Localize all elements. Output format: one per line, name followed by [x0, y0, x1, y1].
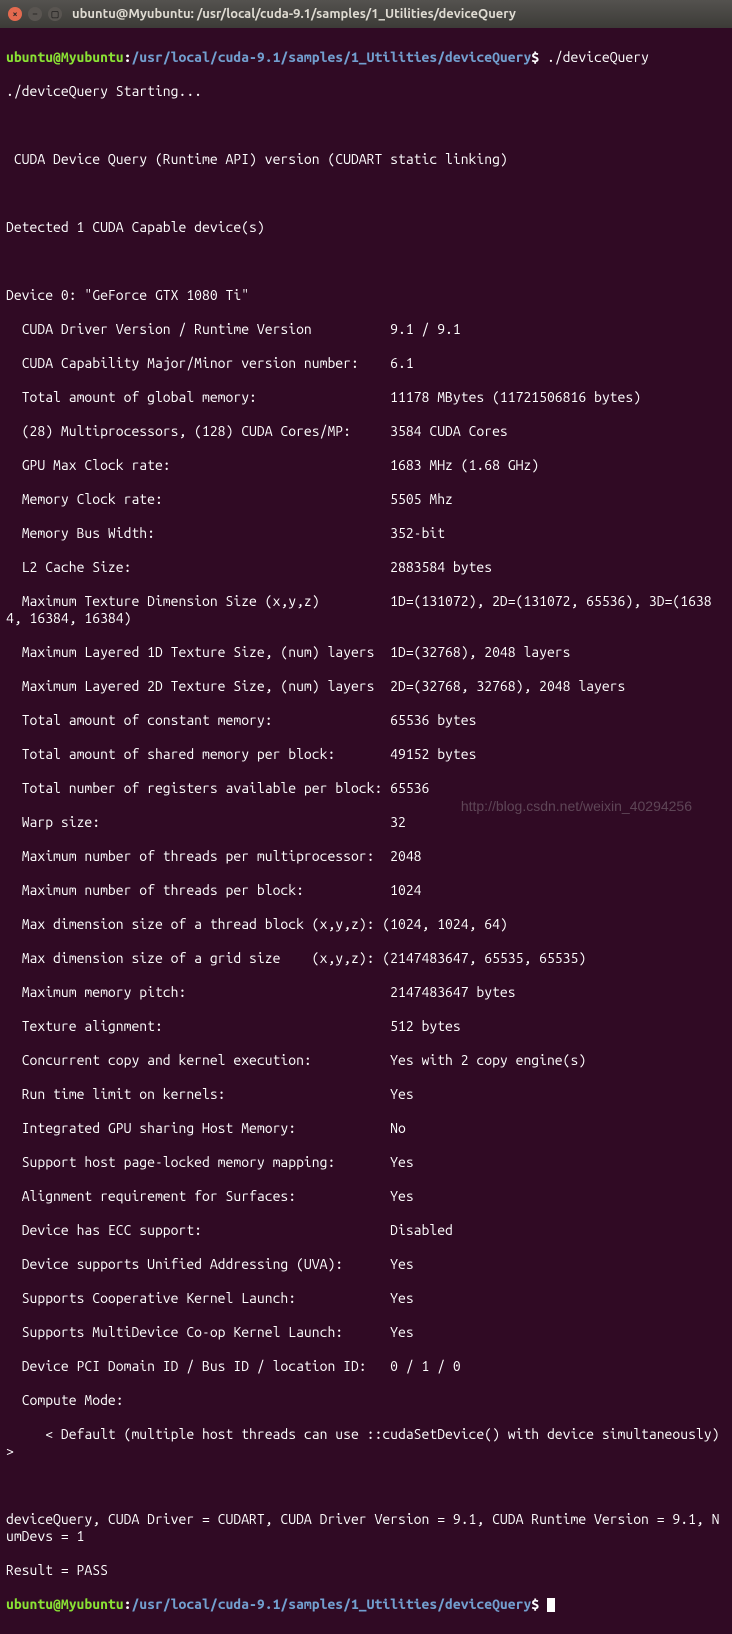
output-line: CUDA Capability Major/Minor version numb… [6, 355, 726, 372]
output-line: Run time limit on kernels: Yes [6, 1086, 726, 1103]
window-titlebar: × – ▢ ubuntu@Myubuntu: /usr/local/cuda-9… [0, 0, 732, 28]
prompt-sep: : [124, 1596, 132, 1612]
close-icon[interactable]: × [8, 7, 22, 21]
entered-command: ./deviceQuery [539, 49, 649, 65]
output-line: L2 Cache Size: 2883584 bytes [6, 559, 726, 576]
output-line: Concurrent copy and kernel execution: Ye… [6, 1052, 726, 1069]
cursor [547, 1598, 555, 1612]
output-line [6, 253, 726, 270]
prompt-sigil: $ [531, 1596, 539, 1612]
output-line: Max dimension size of a grid size (x,y,z… [6, 950, 726, 967]
output-line: Integrated GPU sharing Host Memory: No [6, 1120, 726, 1137]
output-line: Device has ECC support: Disabled [6, 1222, 726, 1239]
output-line: (28) Multiprocessors, (128) CUDA Cores/M… [6, 423, 726, 440]
output-line: Maximum number of threads per multiproce… [6, 848, 726, 865]
output-line: Warp size: 32 [6, 814, 726, 831]
output-line: GPU Max Clock rate: 1683 MHz (1.68 GHz) [6, 457, 726, 474]
prompt-userhost: ubuntu@Myubuntu [6, 49, 124, 65]
window-controls: × – ▢ [8, 7, 62, 21]
output-line: Memory Clock rate: 5505 Mhz [6, 491, 726, 508]
output-line: Maximum number of threads per block: 102… [6, 882, 726, 899]
output-line: ./deviceQuery Starting... [6, 83, 726, 100]
output-line: Texture alignment: 512 bytes [6, 1018, 726, 1035]
output-line: Maximum Layered 2D Texture Size, (num) l… [6, 678, 726, 695]
output-line: Result = PASS [6, 1562, 726, 1579]
terminal-output[interactable]: ubuntu@Myubuntu:/usr/local/cuda-9.1/samp… [0, 28, 732, 1634]
output-line: Device supports Unified Addressing (UVA)… [6, 1256, 726, 1273]
output-line: Maximum Texture Dimension Size (x,y,z) 1… [6, 593, 726, 627]
output-line: Maximum Layered 1D Texture Size, (num) l… [6, 644, 726, 661]
output-line: < Default (multiple host threads can use… [6, 1426, 726, 1460]
output-line: Total amount of constant memory: 65536 b… [6, 712, 726, 729]
prompt-sigil: $ [531, 49, 539, 65]
output-line: Supports MultiDevice Co-op Kernel Launch… [6, 1324, 726, 1341]
output-line: Device PCI Domain ID / Bus ID / location… [6, 1358, 726, 1375]
output-line: deviceQuery, CUDA Driver = CUDART, CUDA … [6, 1511, 726, 1545]
output-line: Compute Mode: [6, 1392, 726, 1409]
output-line: Device 0: "GeForce GTX 1080 Ti" [6, 287, 726, 304]
output-line [6, 185, 726, 202]
window-title: ubuntu@Myubuntu: /usr/local/cuda-9.1/sam… [72, 6, 516, 23]
minimize-icon[interactable]: – [28, 7, 42, 21]
output-line: Total number of registers available per … [6, 780, 726, 797]
prompt-path: /usr/local/cuda-9.1/samples/1_Utilities/… [131, 1596, 531, 1612]
output-line: CUDA Device Query (Runtime API) version … [6, 151, 726, 168]
output-line [6, 117, 726, 134]
output-line: Support host page-locked memory mapping:… [6, 1154, 726, 1171]
output-line: Maximum memory pitch: 2147483647 bytes [6, 984, 726, 1001]
output-line: Detected 1 CUDA Capable device(s) [6, 219, 726, 236]
output-line [6, 1477, 726, 1494]
prompt-userhost: ubuntu@Myubuntu [6, 1596, 124, 1612]
output-line: Total amount of global memory: 11178 MBy… [6, 389, 726, 406]
output-line: Alignment requirement for Surfaces: Yes [6, 1188, 726, 1205]
output-line: CUDA Driver Version / Runtime Version 9.… [6, 321, 726, 338]
output-line: Memory Bus Width: 352-bit [6, 525, 726, 542]
output-line: Supports Cooperative Kernel Launch: Yes [6, 1290, 726, 1307]
output-line: Total amount of shared memory per block:… [6, 746, 726, 763]
prompt-path: /usr/local/cuda-9.1/samples/1_Utilities/… [131, 49, 531, 65]
output-line: Max dimension size of a thread block (x,… [6, 916, 726, 933]
maximize-icon[interactable]: ▢ [48, 7, 62, 21]
